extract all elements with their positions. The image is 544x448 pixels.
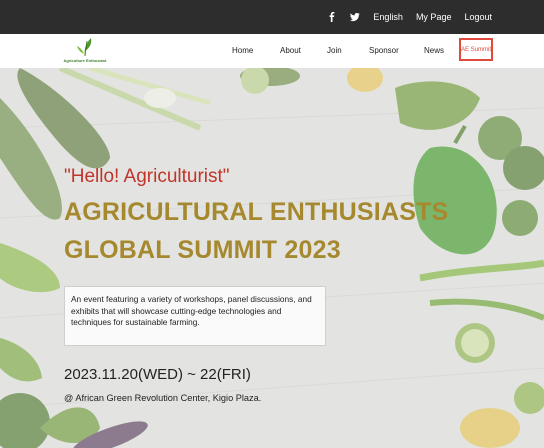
leaf-logo-icon [77, 38, 92, 57]
facebook-icon[interactable] [327, 12, 337, 22]
language-link[interactable]: English [373, 12, 403, 22]
hero-section: "Hello! Agriculturist" AGRICULTURAL ENTH… [0, 68, 544, 448]
hero-title-line2: GLOBAL SUMMIT 2023 [64, 236, 341, 264]
nav-news[interactable]: News [424, 46, 444, 55]
hero-greeting: "Hello! Agriculturist" [64, 166, 230, 187]
event-date: 2023.11.20(WED) ~ 22(FRI) [64, 366, 251, 383]
top-utility-bar: English My Page Logout [0, 0, 544, 34]
nav-join[interactable]: Join [327, 46, 342, 55]
main-navbar: Agriculture Enthusiast Home About Join S… [0, 34, 544, 69]
nav-ae-summit[interactable]: AE Summit [459, 38, 493, 61]
hero-title-line1: AGRICULTURAL ENTHUSIASTS [64, 198, 449, 226]
twitter-icon[interactable] [350, 12, 361, 22]
logo-text: Agriculture Enthusiast [63, 58, 107, 63]
site-logo[interactable]: Agriculture Enthusiast [64, 35, 106, 67]
my-page-link[interactable]: My Page [416, 12, 452, 22]
event-venue: @ African Green Revolution Center, Kigio… [64, 393, 262, 403]
nav-home[interactable]: Home [232, 46, 253, 55]
nav-sponsor[interactable]: Sponsor [369, 46, 399, 55]
nav-about[interactable]: About [280, 46, 301, 55]
event-description-box: An event featuring a variety of workshop… [64, 286, 326, 346]
logout-link[interactable]: Logout [464, 12, 492, 22]
